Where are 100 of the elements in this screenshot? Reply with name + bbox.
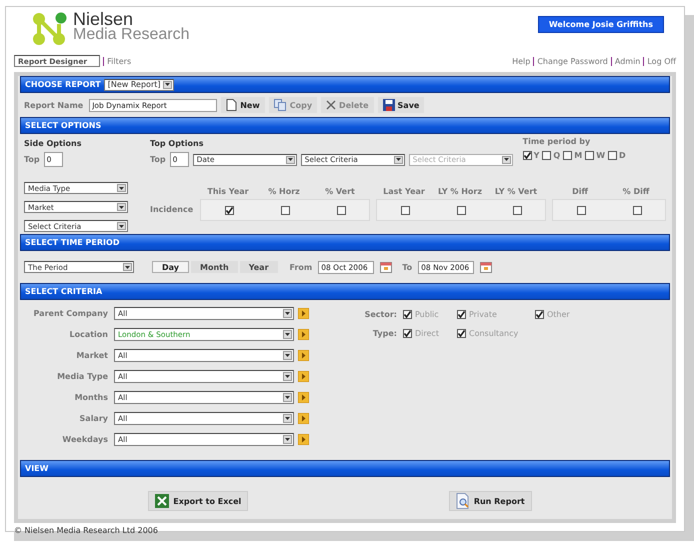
toolbar-button[interactable]: New [221, 97, 265, 113]
welcome-banner: Welcome Josie Griffiths [538, 16, 664, 33]
dropdown-arrow-icon [162, 80, 172, 88]
dropdown-arrow-icon [283, 393, 292, 402]
arrow-button-icon[interactable] [298, 308, 309, 319]
dropdown-arrow-icon [283, 351, 292, 360]
field-label: Salary [78, 414, 108, 423]
report-dropdown[interactable]: [New Report] [104, 78, 174, 90]
arrow-button-icon[interactable] [298, 371, 309, 382]
field-label: Sector: [364, 310, 397, 319]
checkbox[interactable] [457, 310, 466, 319]
column-label: % Horz [267, 187, 301, 196]
nav-link[interactable]: Filters [107, 56, 132, 66]
dropdown-arrow-icon [117, 222, 126, 230]
dropdown-arrow-icon [123, 263, 132, 271]
checkbox-label: D [619, 151, 626, 160]
field-label: Months [74, 393, 108, 402]
period-tab[interactable]: Day [152, 261, 190, 273]
copyright-text: © Nielsen Media Research Ltd 2006 [14, 526, 158, 535]
dropdown-arrow-icon [117, 184, 126, 192]
calendar-icon[interactable] [480, 261, 492, 273]
checkbox[interactable] [576, 206, 586, 214]
dropdown-arrow-icon [117, 203, 126, 211]
checkbox[interactable] [400, 206, 410, 214]
checkbox-label: Public [415, 310, 439, 319]
section-subheading: Top Options [150, 139, 204, 148]
section-title: SELECT TIME PERIOD [25, 238, 120, 247]
section-subheading: Side Options [24, 139, 82, 148]
checkbox[interactable] [522, 151, 532, 160]
field-label: Weekdays [61, 435, 108, 444]
column-label: Last Year [382, 187, 426, 196]
checkbox-label: Q [553, 151, 560, 160]
period-tab[interactable]: Month [191, 261, 238, 273]
column-label: Diff [571, 187, 589, 196]
field-label: Location [68, 330, 108, 339]
section-title: VIEW [25, 464, 48, 473]
dropdown-arrow-icon [502, 156, 511, 164]
field-label: Top [24, 155, 40, 164]
spreadsheet-icon [155, 494, 170, 508]
dropdown-arrow-icon [283, 330, 292, 339]
column-label: % Vert [324, 187, 356, 196]
checkbox[interactable] [403, 310, 412, 319]
dropdown-arrow-icon [283, 414, 292, 423]
checkbox[interactable] [280, 206, 290, 214]
arrow-button-icon[interactable] [298, 392, 309, 403]
field-label: Report Name [24, 100, 84, 110]
section-title: SELECT OPTIONS [25, 121, 102, 130]
section-subheading: Time period by [522, 137, 592, 146]
nav-link[interactable]: Change Password [537, 56, 608, 66]
column-label: % Diff [622, 187, 650, 196]
arrow-button-icon[interactable] [298, 350, 309, 361]
field-label: From [290, 262, 312, 272]
nav-link[interactable]: Help [512, 56, 530, 66]
checkbox[interactable] [585, 151, 594, 160]
dropdown-arrow-icon [394, 156, 403, 164]
checkbox[interactable] [512, 206, 522, 214]
checkbox-label: Private [469, 310, 497, 319]
checkbox[interactable] [224, 206, 234, 214]
field-label: To [402, 262, 412, 272]
checkbox[interactable] [608, 151, 618, 160]
copy-icon [274, 99, 287, 111]
logo-icon [32, 12, 68, 46]
section-title: CHOOSE REPORT [25, 80, 101, 89]
field-label: Market [75, 351, 108, 360]
checkbox-label: M [574, 151, 582, 160]
save-icon [382, 99, 395, 111]
checkbox[interactable] [457, 329, 466, 338]
checkbox[interactable] [456, 206, 466, 214]
dropdown-arrow-icon [283, 435, 292, 444]
report-search-icon [456, 493, 470, 509]
nav-link[interactable]: Log Off [647, 56, 676, 66]
field-label: Parent Company [32, 309, 108, 318]
calendar-icon[interactable] [380, 261, 392, 273]
row-label: Incidence [150, 205, 194, 214]
arrow-button-icon[interactable] [298, 413, 309, 424]
section-title: SELECT CRITERIA [25, 287, 102, 296]
toolbar-button[interactable]: Save [378, 97, 424, 113]
checkbox[interactable] [563, 151, 572, 160]
action-button[interactable]: Export to Excel [148, 491, 248, 511]
arrow-button-icon[interactable] [298, 329, 309, 340]
action-button[interactable]: Run Report [448, 491, 532, 511]
checkbox-label: W [596, 151, 606, 160]
column-label: LY % Horz [436, 187, 484, 196]
field-label: Type: [372, 329, 397, 338]
checkbox[interactable] [542, 151, 552, 160]
checkbox-label: Other [547, 310, 570, 319]
field-label: Media Type [56, 372, 108, 381]
arrow-button-icon[interactable] [298, 434, 309, 445]
checkbox[interactable] [535, 310, 544, 319]
checkbox-label: Consultancy [469, 329, 518, 338]
dropdown-arrow-icon [286, 156, 295, 164]
checkbox[interactable] [632, 206, 642, 214]
column-label: LY % Vert [494, 187, 538, 196]
logo-title: Nielsen [73, 12, 134, 27]
checkbox[interactable] [336, 206, 346, 214]
period-tab[interactable]: Year [240, 261, 278, 273]
checkbox[interactable] [403, 329, 412, 338]
dropdown-arrow-icon [283, 309, 292, 318]
checkbox-label: Direct [415, 329, 439, 338]
nav-link[interactable]: Admin [614, 56, 640, 66]
